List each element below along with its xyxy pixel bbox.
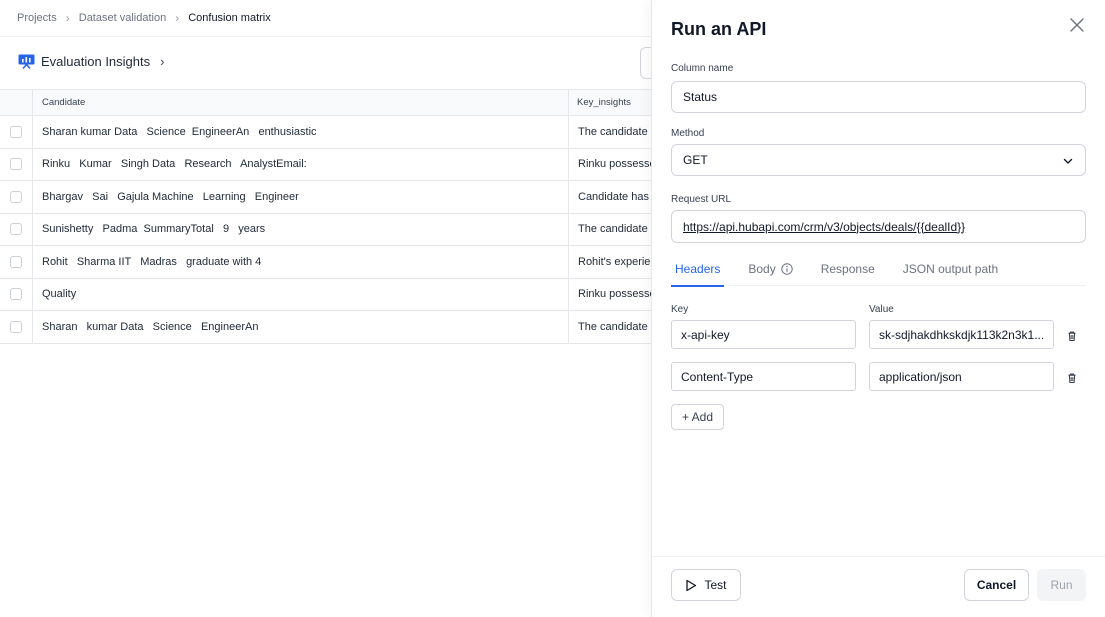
footer-divider — [652, 556, 1105, 557]
tab-response-label: Response — [820, 262, 875, 276]
insight-cell: The candidate — [578, 125, 648, 138]
candidate-cell: Rohit Sharma IIT Madras graduate with 4 — [33, 246, 569, 278]
tab-response[interactable]: Response — [817, 252, 879, 286]
breadcrumb-separator-icon: › — [65, 11, 70, 25]
info-icon[interactable] — [781, 263, 793, 275]
table-row[interactable]: Sharan kumar Data Science EngineerAn The… — [0, 311, 652, 344]
test-button-label: Test — [704, 578, 727, 592]
table-row[interactable]: Sunishetty Padma SummaryTotal 9 years Th… — [0, 213, 652, 246]
tab-json-output-path-label: JSON output path — [902, 262, 999, 276]
candidate-cell: Bhargav Sai Gajula Machine Learning Engi… — [33, 181, 569, 213]
play-icon — [686, 579, 697, 591]
test-button[interactable]: Test — [671, 569, 741, 601]
header-value-input[interactable]: sk-sdjhakdhkskdjk113k2n3k1... — [869, 320, 1054, 349]
run-api-drawer: Run an API Column name Status Method GET… — [651, 0, 1105, 617]
row-checkbox[interactable] — [10, 125, 22, 138]
presentation-chart-icon — [18, 54, 35, 69]
breadcrumb-dataset-validation[interactable]: Dataset validation — [79, 12, 166, 24]
insight-cell: The candidate — [578, 320, 648, 333]
insight-cell: Candidate has — [578, 190, 649, 203]
method-label: Method — [671, 128, 705, 139]
candidate-cell: Sunishetty Padma SummaryTotal 9 years — [33, 213, 569, 245]
method-select[interactable]: GET — [671, 144, 1086, 176]
drawer-title: Run an API — [671, 19, 767, 39]
row-checkbox[interactable] — [10, 320, 22, 333]
cancel-button[interactable]: Cancel — [964, 569, 1029, 601]
candidate-cell: Rinku Kumar Singh Data Research AnalystE… — [33, 148, 569, 180]
candidate-cell: Sharan kumar Data Science EngineerAn — [33, 311, 569, 343]
key-column-label: Key — [671, 304, 689, 315]
table-header: Candidate Key_insights — [0, 90, 652, 116]
data-table: Candidate Key_insights Sharan kumar Data… — [0, 89, 652, 344]
close-icon[interactable] — [1068, 16, 1086, 34]
column-name-input[interactable]: Status — [671, 81, 1086, 113]
request-tabs: Headers Body Response JSON output path — [671, 252, 1086, 287]
row-checkbox[interactable] — [10, 190, 22, 203]
breadcrumb-confusion-matrix: Confusion matrix — [188, 12, 271, 24]
column-header-candidate[interactable]: Candidate — [33, 90, 569, 115]
tab-json-output-path[interactable]: JSON output path — [899, 252, 1002, 286]
breadcrumb-projects[interactable]: Projects — [17, 12, 57, 24]
tab-headers[interactable]: Headers — [671, 252, 725, 287]
tab-headers-label: Headers — [675, 262, 721, 276]
row-checkbox[interactable] — [10, 158, 22, 171]
table-row[interactable]: Sharan kumar Data Science EngineerAn ent… — [0, 116, 652, 149]
column-name-label: Column name — [671, 63, 734, 74]
tab-body-label: Body — [748, 262, 776, 276]
insight-cell: Rinku possesse — [578, 158, 652, 171]
evaluation-insights-link[interactable]: Evaluation Insights › — [18, 54, 164, 69]
column-header-key-insights[interactable]: Key_insights — [569, 90, 652, 115]
candidate-cell: Sharan kumar Data Science EngineerAn ent… — [33, 116, 569, 148]
request-url-input[interactable]: https://api.hubapi.com/crm/v3/objects/de… — [671, 210, 1086, 243]
divider — [0, 36, 652, 37]
row-checkbox[interactable] — [10, 223, 22, 236]
chevron-down-icon — [1063, 155, 1073, 165]
value-column-label: Value — [869, 304, 894, 315]
candidate-cell: Quality — [33, 278, 569, 310]
method-value: GET — [683, 153, 708, 167]
request-url-label: Request URL — [671, 194, 732, 205]
run-button[interactable]: Run — [1037, 569, 1086, 601]
header-key-input[interactable]: x-api-key — [671, 320, 856, 349]
table-row[interactable]: Rohit Sharma IIT Madras graduate with 4 … — [0, 246, 652, 279]
header-value-input[interactable]: application/json — [869, 362, 1054, 391]
table-row[interactable]: Quality Rinku possesse — [0, 278, 652, 311]
row-checkbox[interactable] — [10, 288, 22, 301]
insight-cell: Rohit's experie — [578, 255, 651, 268]
row-checkbox[interactable] — [10, 255, 22, 268]
section-title: Evaluation Insights — [41, 54, 151, 69]
breadcrumb: Projects › Dataset validation › Confusio… — [17, 11, 271, 25]
add-header-button[interactable]: + Add — [671, 404, 724, 430]
tab-body[interactable]: Body — [744, 252, 796, 286]
insight-cell: The candidate — [578, 223, 648, 236]
header-key-input[interactable]: Content-Type — [671, 362, 856, 391]
header-select-cell — [0, 90, 33, 115]
breadcrumb-separator-icon: › — [175, 11, 180, 25]
table-row[interactable]: Rinku Kumar Singh Data Research AnalystE… — [0, 148, 652, 181]
trash-icon[interactable] — [1066, 329, 1078, 342]
table-row[interactable]: Bhargav Sai Gajula Machine Learning Engi… — [0, 181, 652, 214]
trash-icon[interactable] — [1066, 371, 1078, 384]
insight-cell: Rinku possesse — [578, 288, 652, 301]
request-url-value: https://api.hubapi.com/crm/v3/objects/de… — [683, 219, 966, 234]
chevron-right-icon: › — [160, 54, 165, 69]
